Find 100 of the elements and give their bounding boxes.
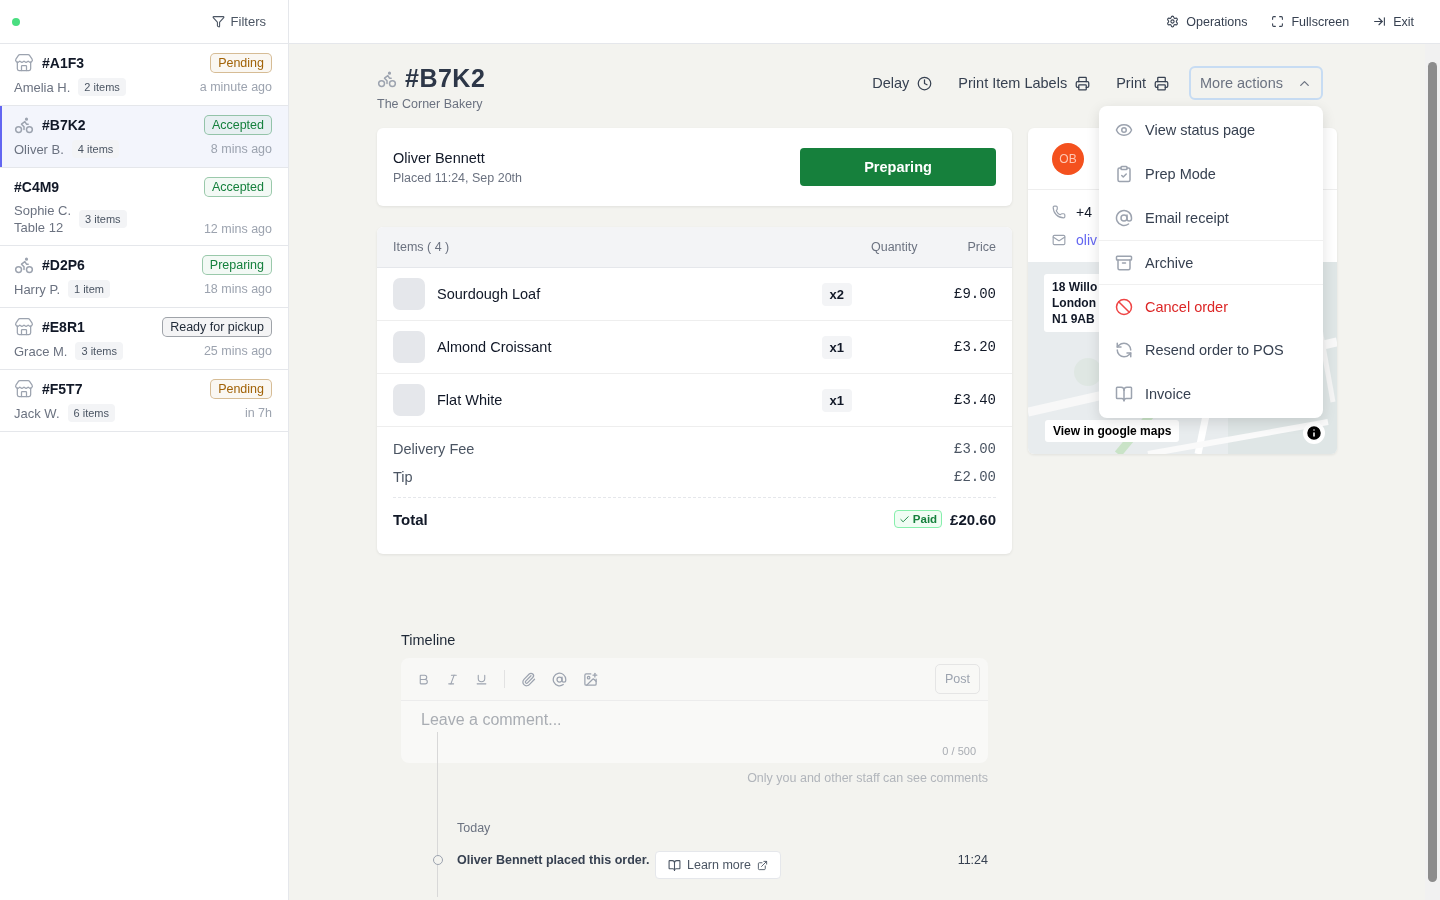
- store-icon: [14, 53, 34, 73]
- item-count: 3 items: [79, 210, 127, 228]
- order-code: #E8R1: [42, 319, 85, 335]
- book-icon: [1115, 385, 1133, 403]
- more-actions-button[interactable]: More actions: [1189, 66, 1323, 100]
- order-title: #B7K2: [405, 64, 486, 93]
- order-list-item[interactable]: #D2P6 Preparing Harry P. 1 item 18 mins ago: [0, 246, 288, 308]
- action-button[interactable]: Print Item Labels: [952, 67, 1097, 99]
- learn-more-button[interactable]: Learn more: [655, 851, 781, 879]
- item-thumbnail: [393, 278, 425, 310]
- order-list-item[interactable]: #E8R1 Ready for pickup Grace M. 3 items 25 mins ago: [0, 308, 288, 370]
- item-name: Flat White: [437, 392, 504, 408]
- at-sign-icon[interactable]: [552, 671, 567, 687]
- menu-item[interactable]: Email receipt: [1099, 196, 1323, 240]
- status-badge: Ready for pickup: [162, 317, 272, 337]
- item-count: 2 items: [78, 78, 126, 96]
- filters-button[interactable]: Filters: [211, 14, 266, 29]
- placed-time: Placed 11:24, Sep 20th: [393, 170, 523, 185]
- comment-field[interactable]: Leave a comment...: [401, 701, 988, 745]
- order-time: in 7h: [244, 406, 272, 420]
- book-icon: [668, 858, 681, 872]
- settings-icon: [1166, 15, 1180, 28]
- printer-icon: [1154, 75, 1169, 91]
- customer-name: Grace M.: [14, 342, 68, 360]
- topbar-button[interactable]: Fullscreen: [1271, 14, 1350, 29]
- store-icon: [14, 379, 34, 399]
- action-button[interactable]: Delay: [866, 67, 939, 99]
- status-badge: Pending: [210, 53, 272, 73]
- customer-name: Oliver Bennett: [393, 149, 486, 166]
- order-list-item[interactable]: #F5T7 Pending Jack W. 6 items in 7h: [0, 370, 288, 432]
- fee-value: £3.00: [953, 441, 996, 457]
- fee-label: Tip: [393, 469, 413, 485]
- scrollbar[interactable]: [1428, 62, 1437, 882]
- item-price: £3.20: [953, 339, 996, 355]
- order-code: #C4M9: [14, 179, 60, 195]
- total-label: Total: [393, 510, 429, 528]
- phone-number: +4: [1076, 204, 1092, 220]
- store-icon: [14, 317, 34, 337]
- order-code: #D2P6: [42, 257, 85, 273]
- email-link[interactable]: oliv: [1076, 232, 1097, 248]
- item-quantity: x1: [821, 335, 852, 359]
- character-counter: 0 / 500: [401, 745, 988, 763]
- mail-icon: [1052, 233, 1066, 247]
- timeline-dot: [433, 855, 443, 865]
- topbar-button[interactable]: Exit: [1373, 14, 1414, 29]
- comment-note: Only you and other staff can see comments: [746, 771, 988, 785]
- customer-name: Harry P.: [14, 280, 60, 298]
- order-code: #B7K2: [42, 117, 86, 133]
- paperclip-icon[interactable]: [521, 671, 536, 687]
- menu-item[interactable]: View status page: [1099, 108, 1323, 152]
- event-text: Oliver Bennett placed this order.: [457, 853, 650, 867]
- total-value: £20.60: [950, 510, 996, 528]
- day-label: Today: [457, 821, 492, 835]
- item-price: £9.00: [953, 286, 996, 302]
- action-button[interactable]: Print: [1110, 67, 1175, 99]
- item-price: £3.40: [953, 392, 996, 408]
- order-list-item[interactable]: #C4M9 Accepted Sophie C. Table 12 3 items 12 mins ago: [0, 168, 288, 246]
- item-count: 1 item: [68, 280, 110, 298]
- fullscreen-icon: [1271, 15, 1285, 28]
- item-quantity: x1: [821, 388, 852, 412]
- eye-icon: [1115, 121, 1133, 139]
- paid-badge: Paid: [893, 510, 943, 528]
- status-badge: Pending: [210, 379, 272, 399]
- image-icon[interactable]: [583, 671, 598, 687]
- underline-icon[interactable]: [475, 672, 488, 686]
- phone-icon: [1052, 205, 1066, 219]
- item-count: 3 items: [75, 342, 123, 360]
- exit-icon: [1373, 15, 1387, 28]
- order-time: 18 mins ago: [203, 282, 272, 296]
- customer-name: Amelia H.: [14, 78, 71, 96]
- italic-icon[interactable]: [446, 672, 459, 686]
- order-code: #F5T7: [42, 381, 83, 397]
- item-count: 6 items: [67, 404, 115, 422]
- menu-item[interactable]: Invoice: [1099, 372, 1323, 416]
- at-sign-icon: [1115, 209, 1133, 227]
- avatar: OB: [1052, 142, 1084, 175]
- refresh-icon: [1115, 341, 1133, 359]
- bold-icon[interactable]: [417, 672, 430, 686]
- status-button[interactable]: Preparing: [800, 148, 996, 186]
- customer-name: Jack W.: [14, 404, 60, 422]
- status-badge: Preparing: [201, 255, 272, 275]
- clock-icon: [917, 75, 933, 91]
- menu-item[interactable]: Prep Mode: [1099, 152, 1323, 196]
- event-time: 11:24: [957, 853, 988, 867]
- clipboard-icon: [1115, 165, 1133, 183]
- cancel-icon: [1115, 297, 1133, 316]
- customer-name: Oliver B.: [14, 140, 64, 158]
- map-link-button[interactable]: View in google maps: [1045, 420, 1180, 442]
- item-thumbnail: [393, 331, 425, 363]
- external-link-icon: [756, 859, 768, 871]
- check-icon: [898, 513, 910, 525]
- filter-icon: [211, 15, 225, 28]
- column-header: Price: [967, 240, 996, 254]
- order-time: 8 mins ago: [210, 142, 272, 156]
- topbar-button[interactable]: Operations: [1166, 14, 1248, 29]
- status-badge: Accepted: [203, 177, 272, 197]
- order-time: a minute ago: [199, 80, 272, 94]
- table-label: Table 12: [14, 219, 65, 236]
- order-time: 12 mins ago: [203, 222, 272, 236]
- order-list-item[interactable]: #B7K2 Accepted Oliver B. 4 items 8 mins ago: [0, 106, 288, 168]
